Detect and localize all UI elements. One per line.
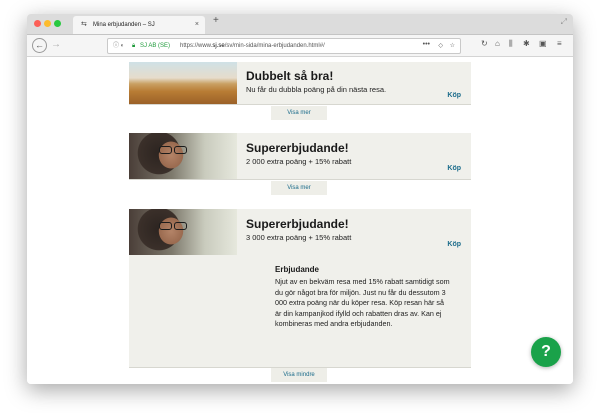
offer-heading: Dubbelt så bra! xyxy=(246,69,334,83)
show-more-button[interactable]: Visa mer xyxy=(271,181,327,195)
glasses-shape xyxy=(159,222,172,230)
sidebar-icon[interactable]: ▣ xyxy=(539,39,547,48)
pocket-icon[interactable]: ◇ xyxy=(438,39,443,53)
extensions-icon[interactable]: ✱ xyxy=(523,39,530,48)
new-tab-button[interactable]: + xyxy=(213,15,219,26)
minimize-window-icon[interactable] xyxy=(44,20,51,27)
forward-button[interactable]: → xyxy=(51,38,61,52)
details-body: Njut av en bekväm resa med 15% rabatt sa… xyxy=(275,277,450,329)
offer-heading: Supererbjudande! xyxy=(246,141,349,155)
close-window-icon[interactable] xyxy=(34,20,41,27)
offer-card: Dubbelt så bra! Nu får du dubbla poäng p… xyxy=(129,62,471,104)
offer-subtitle: 2 000 extra poäng + 15% rabatt xyxy=(246,157,352,166)
sj-favicon-icon: ⇆ xyxy=(81,21,87,28)
maximize-window-icon[interactable] xyxy=(54,20,61,27)
offer-details: Erbjudande Njut av en bekväm resa med 15… xyxy=(129,257,471,367)
nav-bar: ← → ⓘ ◐ 🔒︎ SJ AB (SE) https://www.sj.se/… xyxy=(27,35,573,57)
info-icon[interactable]: ⓘ ◐ xyxy=(113,39,124,53)
show-less-button[interactable]: Visa mindre xyxy=(271,368,327,382)
page-actions-icon[interactable]: ••• xyxy=(423,38,430,52)
offer-card: Supererbjudande! 2 000 extra poäng + 15%… xyxy=(129,133,471,179)
menu-icon[interactable]: ≡ xyxy=(557,39,562,48)
glasses-shape xyxy=(174,222,187,230)
buy-link[interactable]: Köp xyxy=(447,92,461,99)
help-button[interactable]: ? xyxy=(531,337,561,367)
details-title: Erbjudande xyxy=(275,265,320,274)
url-text[interactable]: https://www.sj.se/sv/min-sida/mina-erbju… xyxy=(180,39,325,53)
fullscreen-icon[interactable]: ⤢ xyxy=(561,17,567,27)
tab-mina-erbjudanden[interactable]: ⇆ Mina erbjudanden – SJ × xyxy=(73,16,205,34)
offer-heading: Supererbjudande! xyxy=(246,217,349,231)
tab-title: Mina erbjudanden – SJ xyxy=(93,22,155,28)
divider xyxy=(129,104,471,105)
tab-bar: ⇆ Mina erbjudanden – SJ × + ⤢ xyxy=(27,14,573,35)
offer-subtitle: Nu får du dubbla poäng på din nästa resa… xyxy=(246,85,387,94)
library-icon[interactable]: ⫼ xyxy=(509,39,513,49)
divider xyxy=(129,179,471,180)
offer-image-person xyxy=(129,133,237,179)
glasses-shape xyxy=(159,146,172,154)
browser-window: ⇆ Mina erbjudanden – SJ × + ⤢ ← → ⓘ ◐ 🔒︎… xyxy=(27,14,573,384)
offer-card: Supererbjudande! 3 000 extra poäng + 15%… xyxy=(129,209,471,255)
offer-subtitle: 3 000 extra poäng + 15% rabatt xyxy=(246,233,352,242)
back-button[interactable]: ← xyxy=(32,38,47,53)
offer-image-field xyxy=(129,62,237,104)
tab-close-icon[interactable]: × xyxy=(195,16,199,34)
offer-image-person xyxy=(129,209,237,255)
show-more-button[interactable]: Visa mer xyxy=(271,106,327,120)
bookmark-star-icon[interactable]: ☆ xyxy=(450,39,455,53)
lock-icon: 🔒︎ xyxy=(132,43,136,49)
site-identity[interactable]: SJ AB (SE) xyxy=(140,39,170,53)
buy-link[interactable]: Köp xyxy=(447,165,461,172)
glasses-shape xyxy=(174,146,187,154)
home-icon[interactable]: ⌂ xyxy=(495,39,500,48)
buy-link[interactable]: Köp xyxy=(447,241,461,248)
url-bar[interactable]: ⓘ ◐ 🔒︎ SJ AB (SE) https://www.sj.se/sv/m… xyxy=(107,38,461,54)
reload-icon[interactable]: ↻ xyxy=(481,39,488,48)
page-content: Dubbelt så bra! Nu får du dubbla poäng p… xyxy=(27,57,573,384)
